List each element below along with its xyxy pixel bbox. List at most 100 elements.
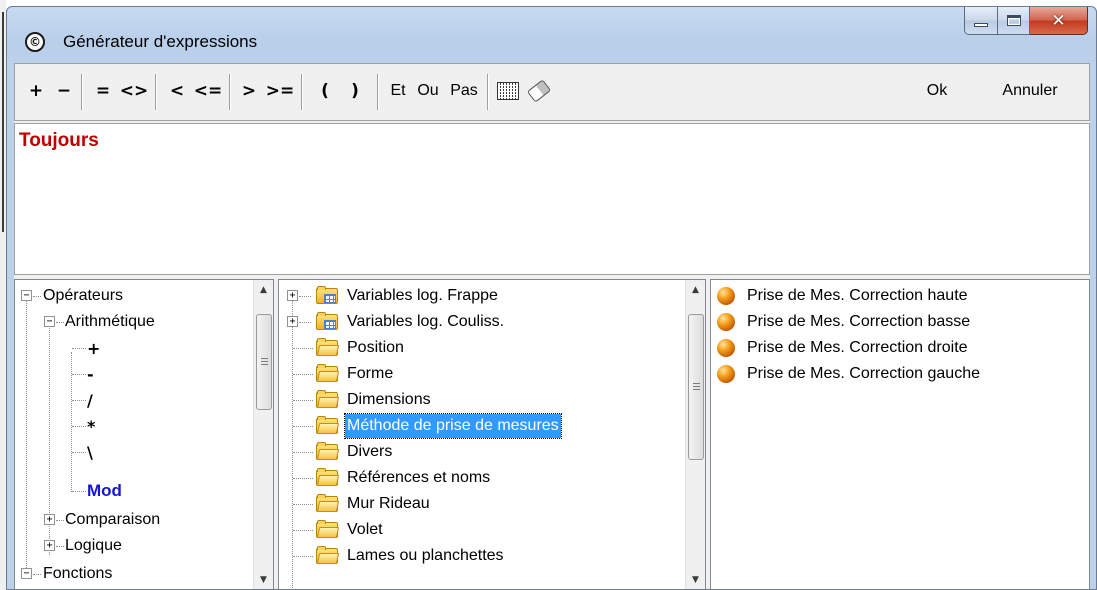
expression-editor[interactable]: Toujours bbox=[14, 123, 1090, 275]
categories-tree[interactable]: + Variables log. Frappe + Variables log.… bbox=[278, 279, 706, 589]
not-button[interactable]: Pas bbox=[447, 76, 481, 106]
category-item-selected[interactable]: Méthode de prise de mesures bbox=[344, 413, 562, 439]
variable-item[interactable]: Prise de Mes. Correction haute bbox=[717, 283, 968, 309]
category-item[interactable]: Volet bbox=[347, 517, 383, 543]
categories-scrollbar[interactable]: ▲ ▼ bbox=[685, 280, 705, 589]
table-button[interactable] bbox=[493, 76, 523, 106]
folder-icon bbox=[315, 468, 340, 487]
category-item[interactable]: Forme bbox=[347, 361, 393, 387]
operator-toolbar: + − = <> < <= > >= ( ) Et Ou Pas Ok Annu… bbox=[14, 63, 1090, 121]
folder-data-icon bbox=[315, 286, 339, 305]
tree-line bbox=[293, 400, 313, 401]
scroll-up-icon[interactable]: ▲ bbox=[686, 280, 705, 300]
toolbar-separator bbox=[487, 74, 489, 110]
tree-node-logique[interactable]: Logique bbox=[65, 533, 122, 559]
tree-node-arithmetique[interactable]: Arithmétique bbox=[65, 309, 155, 335]
expand-icon[interactable]: + bbox=[44, 514, 55, 525]
app-icon: © bbox=[25, 32, 45, 52]
variable-item[interactable]: Prise de Mes. Correction gauche bbox=[717, 361, 980, 387]
eraser-button[interactable] bbox=[525, 76, 553, 106]
variable-icon bbox=[717, 339, 735, 357]
category-item[interactable]: Dimensions bbox=[347, 387, 431, 413]
plus-button[interactable]: + bbox=[23, 76, 49, 106]
not-equal-button[interactable]: <> bbox=[117, 76, 151, 106]
tree-line bbox=[33, 574, 41, 575]
minimize-icon bbox=[974, 22, 988, 27]
tree-leaf-divide[interactable]: / bbox=[87, 387, 93, 413]
variable-icon bbox=[717, 287, 735, 305]
operators-scrollbar[interactable]: ▲ ▼ bbox=[253, 280, 273, 589]
tree-leaf-multiply[interactable]: * bbox=[87, 413, 95, 439]
window-controls: ✕ bbox=[964, 7, 1088, 35]
folder-icon bbox=[315, 364, 340, 383]
category-item[interactable]: Variables log. Frappe bbox=[347, 283, 498, 309]
greater-equal-button[interactable]: >= bbox=[263, 76, 297, 106]
tree-leaf-plus[interactable]: + bbox=[87, 335, 100, 361]
folder-icon bbox=[315, 390, 340, 409]
title-bar[interactable]: © Générateur d'expressions ✕ bbox=[7, 7, 1096, 63]
and-button[interactable]: Et bbox=[385, 76, 411, 106]
tree-line bbox=[56, 546, 64, 547]
category-item[interactable]: Mur Rideau bbox=[347, 491, 430, 517]
category-item[interactable]: Divers bbox=[347, 439, 392, 465]
tree-line bbox=[33, 296, 41, 297]
maximize-button[interactable] bbox=[998, 7, 1030, 35]
less-equal-button[interactable]: <= bbox=[191, 76, 225, 106]
or-button[interactable]: Ou bbox=[413, 76, 443, 106]
collapse-icon[interactable]: − bbox=[21, 290, 32, 301]
tree-line bbox=[72, 452, 86, 453]
scroll-up-icon[interactable]: ▲ bbox=[254, 280, 273, 300]
tree-leaf-int-divide[interactable]: \ bbox=[87, 439, 93, 465]
tree-line bbox=[293, 426, 313, 427]
minus-button[interactable]: − bbox=[51, 76, 77, 106]
scroll-thumb[interactable] bbox=[256, 314, 272, 410]
table-icon bbox=[497, 82, 519, 100]
open-paren-button[interactable]: ( bbox=[313, 76, 337, 106]
category-item[interactable]: Lames ou planchettes bbox=[347, 543, 504, 569]
expand-icon[interactable]: + bbox=[44, 540, 55, 551]
ok-button[interactable]: Ok bbox=[919, 76, 955, 106]
variable-item[interactable]: Prise de Mes. Correction droite bbox=[717, 335, 968, 361]
less-than-button[interactable]: < bbox=[165, 76, 189, 106]
grip-icon bbox=[693, 383, 700, 384]
tree-node-comparaison[interactable]: Comparaison bbox=[65, 507, 160, 533]
category-item[interactable]: Variables log. Couliss. bbox=[347, 309, 504, 335]
category-item[interactable]: Position bbox=[347, 335, 404, 361]
tree-line bbox=[26, 300, 27, 576]
scroll-down-icon[interactable]: ▼ bbox=[686, 570, 705, 589]
folder-icon bbox=[315, 520, 340, 539]
scroll-down-icon[interactable]: ▼ bbox=[254, 570, 273, 589]
collapse-icon[interactable]: − bbox=[21, 568, 32, 579]
expand-icon[interactable]: + bbox=[287, 290, 298, 301]
tree-line bbox=[72, 348, 86, 349]
scroll-thumb[interactable] bbox=[688, 314, 704, 460]
tree-line bbox=[71, 352, 72, 492]
expand-icon[interactable]: + bbox=[287, 316, 298, 327]
tree-node-fonctions[interactable]: Fonctions bbox=[43, 561, 112, 587]
minimize-button[interactable] bbox=[964, 7, 998, 35]
expression-text: Toujours bbox=[19, 130, 99, 151]
window-title: Générateur d'expressions bbox=[63, 32, 258, 51]
tree-line bbox=[299, 322, 311, 323]
tree-line bbox=[299, 296, 311, 297]
variable-item[interactable]: Prise de Mes. Correction basse bbox=[717, 309, 970, 335]
equals-button[interactable]: = bbox=[91, 76, 115, 106]
close-paren-button[interactable]: ) bbox=[343, 76, 367, 106]
greater-than-button[interactable]: > bbox=[237, 76, 261, 106]
operators-tree[interactable]: − Opérateurs − Arithmétique + - / * \ Mo… bbox=[14, 279, 274, 589]
tree-line bbox=[72, 400, 86, 401]
toolbar-separator bbox=[301, 74, 303, 110]
category-item[interactable]: Références et noms bbox=[347, 465, 490, 491]
toolbar-separator bbox=[155, 74, 157, 110]
close-icon: ✕ bbox=[1051, 10, 1066, 31]
eraser-icon bbox=[526, 79, 552, 103]
tree-leaf-minus[interactable]: - bbox=[87, 361, 94, 387]
folder-icon bbox=[315, 442, 340, 461]
collapse-icon[interactable]: − bbox=[44, 316, 55, 327]
variables-list[interactable]: Prise de Mes. Correction haute Prise de … bbox=[710, 279, 1090, 589]
tree-node-operateurs[interactable]: Opérateurs bbox=[43, 283, 123, 309]
close-button[interactable]: ✕ bbox=[1030, 7, 1088, 35]
cancel-button[interactable]: Annuler bbox=[981, 76, 1079, 106]
tree-leaf-mod[interactable]: Mod bbox=[87, 478, 122, 504]
toolbar-separator bbox=[377, 74, 379, 110]
